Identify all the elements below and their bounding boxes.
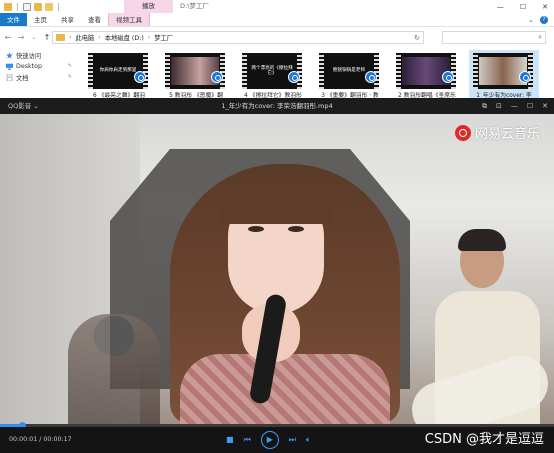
pin-icon[interactable]: ✎ [68, 63, 72, 69]
pin-on-top-icon[interactable]: ⊡ [496, 98, 502, 114]
file-item[interactable]: 鲍锐锅锅是老师 3 《重要》翻羽彤 · 教 [315, 50, 385, 99]
player-controls: 00:00:01 / 00:00:17 ■ ⏮ ▶ ⏭ 🔈︎ CSDN @我才是… [0, 427, 554, 453]
qq-player-icon [211, 71, 223, 83]
maximize-icon[interactable]: ☐ [527, 98, 533, 114]
chevron-right-icon: › [147, 34, 151, 41]
file-item-selected[interactable]: 1_年少有为cover: 李 [469, 50, 539, 99]
watermark-text: 网易云音乐 [474, 127, 540, 142]
nav-item-label: Desktop [16, 63, 42, 70]
tab-share[interactable]: 共享 [54, 13, 81, 26]
nav-item-label: 文档 [16, 75, 29, 82]
document-icon [6, 74, 13, 81]
tab-view[interactable]: 查看 [81, 13, 108, 26]
next-icon[interactable]: ⏭ [289, 427, 296, 453]
qq-player-icon [442, 71, 454, 83]
ribbon-tabs: 文件 主页 共享 查看 视频工具 ⌄ ? [0, 13, 554, 27]
desktop-icon [6, 63, 13, 70]
play-icon[interactable]: ▶ [260, 431, 279, 449]
back-icon[interactable]: ← [3, 33, 13, 42]
properties-icon[interactable] [23, 2, 31, 11]
search-input[interactable]: ⌕ [442, 31, 546, 44]
player-titlebar: 1_年少有为cover: 李荣浩翻羽彤.mp4 QQ影音 ⌄ ⧉ ⊡ — ☐ ✕ [0, 98, 554, 114]
video-thumbnail [473, 53, 533, 89]
thumbnail-caption: 你肩你肩走到那里 [99, 68, 137, 74]
close-icon[interactable]: ✕ [542, 3, 548, 11]
forward-icon[interactable]: → [16, 33, 26, 42]
csdn-watermark: CSDN @我才是逗逗 [424, 432, 544, 447]
maximize-icon[interactable]: ☐ [520, 3, 526, 11]
video-thumbnail: 两个漂亮的《擦拉拜它》 [242, 53, 302, 89]
file-thumbnails: 你肩你肩走到那里 6 《最亮之舞》翻羽 5 教羽彤 《恶魔》翻 两个漂亮的《擦拉… [84, 50, 554, 99]
tab-video-tools[interactable]: 视频工具 [108, 13, 150, 26]
qat-folder-icon[interactable] [45, 2, 53, 11]
recent-chevron-icon[interactable]: ⌄ [29, 34, 39, 41]
window-title: D:\梦工厂 [180, 2, 209, 10]
help-icon[interactable]: ? [540, 15, 548, 24]
minimize-icon[interactable]: — [511, 98, 518, 114]
stop-icon[interactable]: ■ [226, 427, 234, 453]
new-folder-icon[interactable] [34, 2, 42, 11]
file-item[interactable]: 两个漂亮的《擦拉拜它》 4 《擦拉拜它》教羽彤 [238, 50, 308, 99]
nav-item-label: 快速访问 [16, 53, 42, 60]
file-item[interactable]: 你肩你肩走到那里 6 《最亮之舞》翻羽 [84, 50, 154, 99]
nav-item-documents[interactable]: 文档 ✎ [0, 72, 78, 83]
video-player-window: 1_年少有为cover: 李荣浩翻羽彤.mp4 QQ影音 ⌄ ⧉ ⊡ — ☐ ✕ [0, 98, 554, 453]
titlebar-divider [17, 2, 18, 11]
refresh-icon[interactable]: ↻ [414, 32, 420, 44]
video-thumbnail [396, 53, 456, 89]
video-thumbnail [165, 53, 225, 89]
player-app-menu[interactable]: QQ影音 ⌄ [8, 98, 39, 114]
address-row: ← → ⌄ ↑ › 此电脑 › 本地磁盘 (D:) › 梦工厂 ↻ ⌕ [0, 28, 554, 47]
video-thumbnail: 你肩你肩走到那里 [88, 53, 148, 89]
time-current: 00:00:01 [9, 436, 38, 443]
file-item[interactable]: 5 教羽彤 《恶魔》翻 [161, 50, 231, 99]
time-display: 00:00:01 / 00:00:17 [9, 436, 72, 443]
explorer-titlebar: 播放 D:\梦工厂 — ☐ ✕ [0, 0, 554, 13]
chevron-down-icon: ⌄ [33, 102, 39, 110]
breadcrumb-folder[interactable]: 梦工厂 [154, 33, 173, 42]
player-file-name: 1_年少有为cover: 李荣浩翻羽彤.mp4 [221, 102, 333, 110]
star-icon [6, 52, 13, 59]
volume-icon[interactable]: 🔈︎ [306, 427, 311, 453]
close-icon[interactable]: ✕ [542, 98, 548, 114]
nav-item-desktop[interactable]: Desktop ✎ [0, 61, 78, 72]
context-tab-play[interactable]: 播放 [124, 0, 173, 13]
minimize-icon[interactable]: — [497, 3, 504, 11]
titlebar-divider [58, 2, 59, 11]
tab-file[interactable]: 文件 [0, 13, 27, 26]
tab-home[interactable]: 主页 [27, 13, 54, 26]
video-drummer [68, 314, 160, 424]
chevron-right-icon: › [98, 34, 101, 41]
thumbnail-caption: 鲍锐锅锅是老师 [332, 68, 366, 74]
qq-player-icon [134, 71, 146, 83]
video-singer [150, 164, 420, 424]
chevron-down-icon[interactable]: ⌄ [528, 16, 534, 24]
folder-icon [56, 34, 65, 41]
video-frame[interactable]: 网易云音乐 [0, 114, 554, 424]
navigation-pane: 快速访问 Desktop ✎ 文档 ✎ [0, 50, 78, 98]
folder-icon [4, 2, 12, 11]
pin-icon[interactable]: ✎ [68, 74, 72, 80]
netease-music-icon [454, 124, 471, 141]
qq-player-icon [365, 71, 377, 83]
qq-player-icon [288, 71, 300, 83]
video-thumbnail: 鲍锐锅锅是老师 [319, 53, 379, 89]
player-app-name: QQ影音 [8, 102, 32, 110]
previous-icon[interactable]: ⏮ [244, 427, 251, 453]
search-icon: ⌕ [538, 33, 542, 41]
nav-item-quick-access[interactable]: 快速访问 [0, 50, 78, 61]
picture-in-picture-icon[interactable]: ⧉ [482, 98, 487, 114]
chevron-right-icon: › [69, 34, 72, 41]
breadcrumb-this-pc[interactable]: 此电脑 [75, 33, 94, 42]
address-bar[interactable]: › 此电脑 › 本地磁盘 (D:) › 梦工厂 ↻ [52, 31, 424, 44]
up-icon[interactable]: ↑ [42, 33, 52, 42]
qq-player-icon [519, 71, 531, 83]
netease-watermark: 网易云音乐 [454, 123, 540, 142]
time-total: 00:00:17 [43, 436, 72, 443]
breadcrumb-drive-d[interactable]: 本地磁盘 (D:) [105, 33, 144, 42]
file-item[interactable]: 2 教羽彤翻唱《圣席乐 [392, 50, 462, 99]
